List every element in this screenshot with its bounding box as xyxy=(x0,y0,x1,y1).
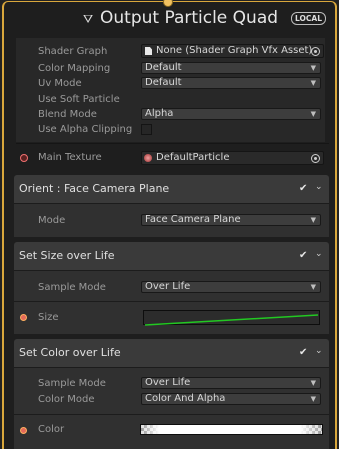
uv-mode-dropdown[interactable]: Default ▼ xyxy=(141,77,321,89)
curve-preview xyxy=(144,314,319,326)
main-texture-value: DefaultParticle xyxy=(156,152,230,163)
file-icon xyxy=(145,47,152,55)
block-enabled-check-icon[interactable]: ✔ xyxy=(299,250,307,261)
use-alpha-clipping-label: Use Alpha Clipping xyxy=(38,124,133,135)
orient-block-header[interactable]: Orient : Face Camera Plane ✔ ⌄ xyxy=(14,175,329,203)
settings-panel: Shader Graph None (Shader Graph Vfx Asse… xyxy=(16,38,325,142)
color-mode-dropdown[interactable]: Color And Alpha ▼ xyxy=(141,393,321,405)
main-texture-label: Main Texture xyxy=(38,152,102,163)
color-sample-mode-label: Sample Mode xyxy=(38,378,106,389)
size-sample-mode-value: Over Life xyxy=(145,281,191,292)
color-block-body: Sample Mode Over Life ▼ Color Mode Color… xyxy=(14,367,329,449)
main-texture-row: Main Texture DefaultParticle xyxy=(16,150,325,166)
size-curve-field[interactable] xyxy=(143,310,320,326)
shader-graph-field[interactable]: None (Shader Graph Vfx Asset) xyxy=(141,44,324,58)
object-picker-icon[interactable] xyxy=(311,47,320,56)
use-alpha-clipping-row: Use Alpha Clipping xyxy=(16,122,325,137)
shader-graph-row: Shader Graph None (Shader Graph Vfx Asse… xyxy=(16,44,325,59)
size-block-header[interactable]: Set Size over Life ✔ ⌄ xyxy=(14,242,329,270)
color-block-title: Set Color over Life xyxy=(19,346,121,359)
color-mapping-dropdown[interactable]: Default ▼ xyxy=(141,62,321,74)
color-sample-mode-dropdown[interactable]: Over Life ▼ xyxy=(141,377,321,389)
divider xyxy=(16,143,329,144)
divider xyxy=(14,367,329,368)
color-mode-label: Color Mode xyxy=(38,394,95,405)
color-mapping-row: Color Mapping Default ▼ xyxy=(16,61,325,76)
color-mapping-label: Color Mapping xyxy=(38,63,111,74)
size-block-body: Sample Mode Over Life ▼ Size xyxy=(14,270,329,334)
shader-graph-value: None (Shader Graph Vfx Asset) xyxy=(156,45,313,56)
blend-mode-dropdown[interactable]: Alpha ▼ xyxy=(141,108,321,120)
size-label: Size xyxy=(38,312,59,323)
use-soft-particle-label: Use Soft Particle xyxy=(38,94,120,105)
size-sample-mode-row: Sample Mode Over Life ▼ xyxy=(14,280,329,295)
chevron-down-icon[interactable]: ⌄ xyxy=(315,249,323,259)
shader-graph-label: Shader Graph xyxy=(38,46,108,57)
color-gradient-row: Color xyxy=(14,422,329,438)
main-texture-field[interactable]: DefaultParticle xyxy=(141,151,324,165)
particle-texture-icon xyxy=(144,154,152,162)
local-badge[interactable]: LOCAL xyxy=(291,12,326,25)
color-gradient-field[interactable] xyxy=(140,424,323,435)
orient-mode-row: Mode Face Camera Plane ▼ xyxy=(14,213,329,228)
blend-mode-label: Blend Mode xyxy=(38,109,97,120)
dropdown-arrow-icon: ▼ xyxy=(310,64,316,72)
dropdown-arrow-icon: ▼ xyxy=(310,79,316,87)
orient-mode-label: Mode xyxy=(38,215,66,226)
divider xyxy=(14,414,329,415)
color-mode-row: Color Mode Color And Alpha ▼ xyxy=(14,392,329,407)
uv-mode-row: Uv Mode Default ▼ xyxy=(16,76,325,91)
orient-mode-dropdown[interactable]: Face Camera Plane ▼ xyxy=(141,214,321,226)
divider xyxy=(14,301,329,302)
dropdown-arrow-icon: ▼ xyxy=(310,395,316,403)
use-alpha-clipping-checkbox[interactable] xyxy=(141,124,152,135)
color-block-header[interactable]: Set Color over Life ✔ ⌄ xyxy=(14,339,329,367)
use-soft-particle-row: Use Soft Particle xyxy=(16,92,325,107)
dropdown-arrow-icon: ▼ xyxy=(310,216,316,224)
size-curve-line xyxy=(144,314,319,326)
object-picker-icon[interactable] xyxy=(311,154,320,163)
blend-mode-value: Alpha xyxy=(145,108,174,119)
size-sample-mode-dropdown[interactable]: Over Life ▼ xyxy=(141,281,321,293)
block-enabled-check-icon[interactable]: ✔ xyxy=(299,347,307,358)
size-block-title: Set Size over Life xyxy=(19,249,115,262)
input-slot-icon[interactable] xyxy=(20,427,27,434)
dropdown-arrow-icon: ▼ xyxy=(310,283,316,291)
color-sample-mode-value: Over Life xyxy=(145,377,191,388)
dropdown-arrow-icon: ▼ xyxy=(310,379,316,387)
chevron-down-icon[interactable]: ⌄ xyxy=(315,346,323,356)
dropdown-arrow-icon: ▼ xyxy=(310,110,316,118)
size-sample-mode-label: Sample Mode xyxy=(38,282,106,293)
color-sample-mode-row: Sample Mode Over Life ▼ xyxy=(14,376,329,391)
output-particle-quad-node[interactable]: ⛛ Output Particle Quad LOCAL Shader Grap… xyxy=(2,1,337,449)
input-slot-icon[interactable] xyxy=(20,154,28,162)
block-enabled-check-icon[interactable]: ✔ xyxy=(299,183,307,194)
color-mapping-value: Default xyxy=(145,62,182,73)
chevron-down-icon[interactable]: ⌄ xyxy=(315,182,323,192)
orient-block-body: Mode Face Camera Plane ▼ xyxy=(14,203,329,237)
divider xyxy=(14,270,329,271)
uv-mode-value: Default xyxy=(145,77,182,88)
uv-mode-label: Uv Mode xyxy=(38,78,82,89)
input-slot-icon[interactable] xyxy=(20,314,27,321)
node-title: Output Particle Quad xyxy=(100,8,279,28)
size-curve-row: Size xyxy=(14,309,329,326)
color-mode-value: Color And Alpha xyxy=(145,393,226,404)
divider xyxy=(14,203,329,204)
orient-mode-value: Face Camera Plane xyxy=(145,214,241,225)
node-header[interactable]: ⛛ Output Particle Quad LOCAL xyxy=(4,2,335,36)
blend-mode-row: Blend Mode Alpha ▼ xyxy=(16,107,325,122)
context-icon: ⛛ xyxy=(83,12,94,26)
color-label: Color xyxy=(38,424,65,435)
orient-block-title: Orient : Face Camera Plane xyxy=(19,182,170,195)
